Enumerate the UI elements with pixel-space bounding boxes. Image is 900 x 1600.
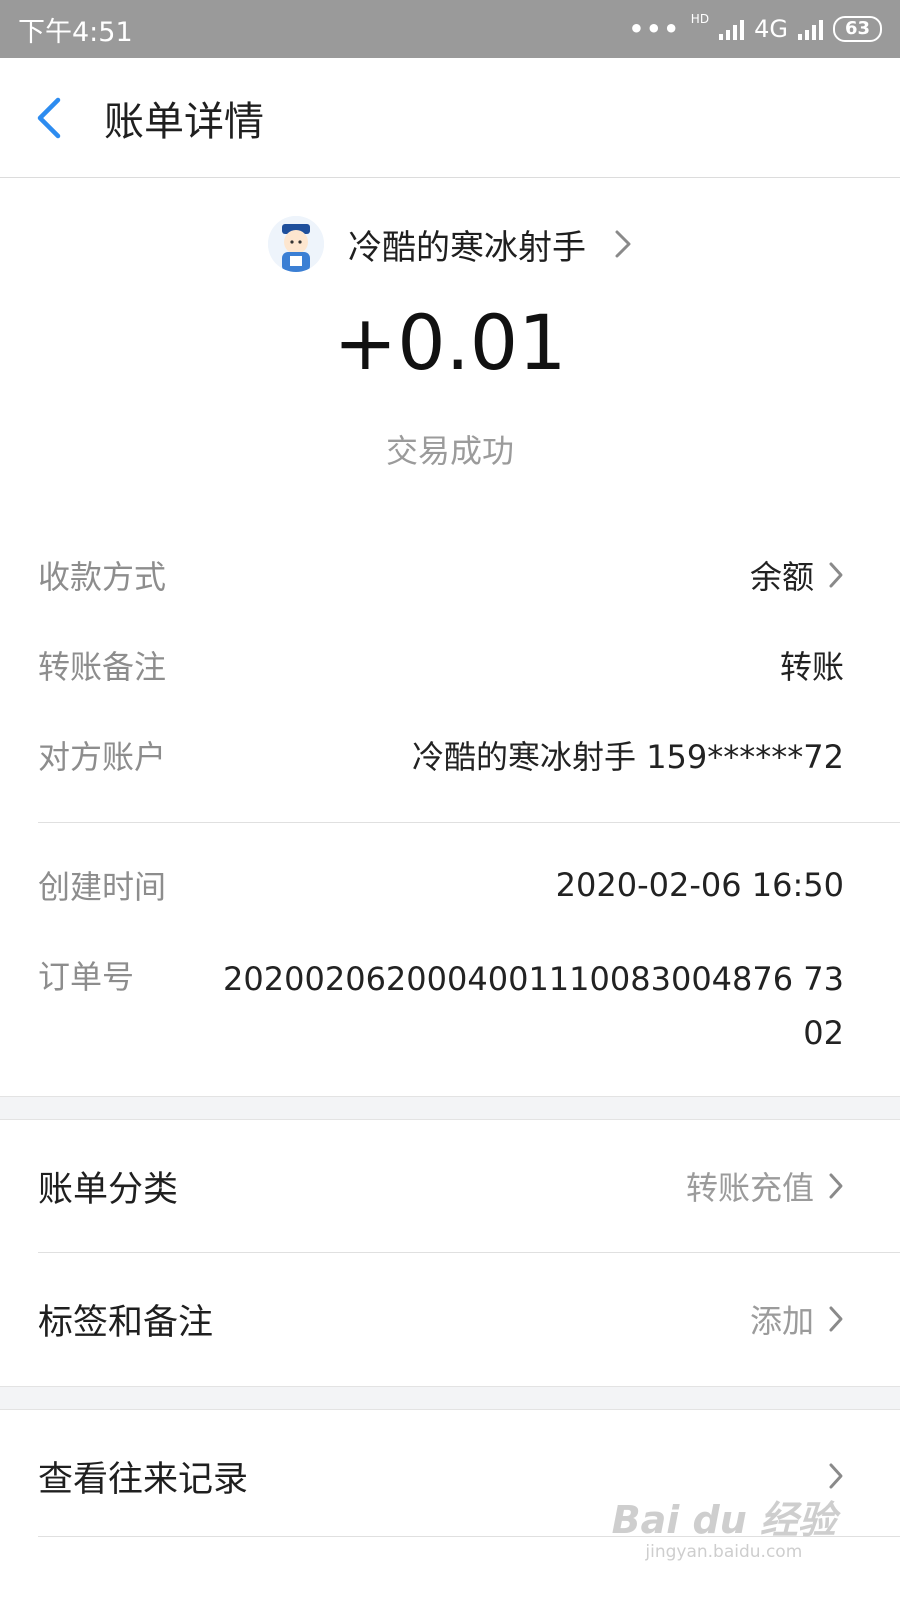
chevron-right-icon [615, 230, 631, 258]
tags-notes-row[interactable]: 标签和备注 添加 [0, 1253, 900, 1385]
section-separator [0, 1386, 900, 1410]
detail-row-payment-method[interactable]: 收款方式 余额 [0, 552, 900, 598]
amount: +0.01 [333, 298, 567, 387]
chevron-right-icon [828, 561, 844, 589]
chevron-left-icon [37, 97, 61, 138]
detail-row-created-time: 创建时间 2020-02-06 16:50 [0, 862, 900, 908]
counterparty-name: 冷酷的寒冰射手 [348, 227, 586, 268]
status-bar: 下午4:51 ••• HD 4G 63 [0, 0, 900, 58]
detail-label: 对方账户 [38, 738, 167, 776]
action-label: 查看往来记录 [38, 1459, 249, 1500]
page-title: 账单详情 [104, 98, 264, 145]
detail-label: 订单号 [38, 958, 135, 996]
detail-row-order-number: 订单号 2020020620004001110083004876 7302 [0, 952, 900, 1060]
more-dots-icon: ••• [628, 15, 681, 43]
transaction-status: 交易成功 [385, 432, 514, 470]
status-icons: ••• HD 4G 63 [628, 12, 882, 43]
hd-label: HD [690, 12, 710, 26]
action-value: 添加 [749, 1302, 814, 1340]
detail-value: 冷酷的寒冰射手 159******72 [412, 738, 844, 776]
status-time: 下午4:51 [18, 16, 133, 48]
battery-icon: 63 [832, 16, 882, 42]
baidu-watermark: Bai du 经验 jingyan.baidu.com [612, 1489, 836, 1562]
order-number: 2020020620004001110083004876 7302 [223, 960, 844, 1052]
signal-icon-2 [797, 18, 823, 40]
detail-label: 收款方式 [38, 558, 167, 596]
detail-value: 2020-02-06 16:50 [555, 866, 844, 904]
chevron-right-icon [828, 1305, 844, 1333]
watermark-logo: Bai du 经验 [611, 1498, 836, 1542]
detail-label: 创建时间 [38, 868, 167, 906]
watermark-url: jingyan.baidu.com [645, 1542, 803, 1562]
chevron-right-icon [828, 1462, 844, 1490]
detail-label: 转账备注 [38, 648, 167, 686]
counterparty-link[interactable]: 冷酷的寒冰射手 [0, 216, 900, 272]
network-type: 4G [754, 15, 788, 43]
detail-value: 余额 [749, 558, 814, 596]
divider [38, 822, 900, 823]
detail-row-counterparty-account: 对方账户 冷酷的寒冰射手 159******72 [0, 732, 900, 778]
avatar-image [268, 216, 324, 272]
avatar [268, 216, 324, 272]
action-label: 标签和备注 [38, 1302, 214, 1343]
chevron-right-icon [828, 1172, 844, 1200]
signal-icon [719, 18, 745, 40]
back-button[interactable] [0, 58, 104, 178]
bill-category-row[interactable]: 账单分类 转账充值 [0, 1120, 900, 1252]
detail-row-memo: 转账备注 转账 [0, 642, 900, 688]
nav-bar: 账单详情 [0, 58, 900, 178]
section-separator [0, 1096, 900, 1120]
action-value: 转账充值 [685, 1169, 814, 1207]
detail-value: 转账 [779, 648, 844, 686]
action-label: 账单分类 [38, 1169, 179, 1210]
